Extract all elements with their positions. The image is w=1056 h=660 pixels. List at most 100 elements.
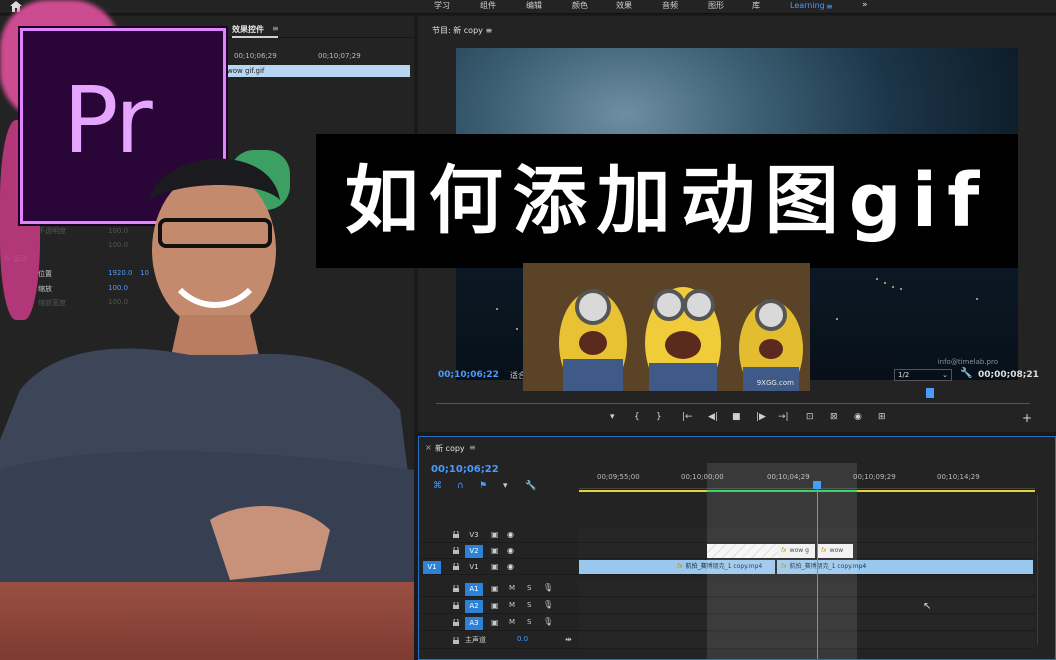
- track-name[interactable]: V3: [465, 529, 483, 542]
- mouse-cursor-icon: ↖: [923, 601, 932, 612]
- add-marker-button[interactable]: ▾: [610, 412, 615, 422]
- fx-icon: fx: [677, 563, 683, 570]
- extract-button[interactable]: ⊠: [830, 412, 838, 422]
- program-duration: 00;00;08;21: [978, 370, 1039, 380]
- eye-icon[interactable]: ◉: [507, 546, 514, 555]
- eye-icon[interactable]: ◉: [507, 530, 514, 539]
- ruler-tick-label: 00;10;14;29: [937, 473, 980, 481]
- microphone-icon[interactable]: 🎙: [543, 600, 553, 609]
- track-name[interactable]: A1: [465, 583, 483, 596]
- timeline-playhead[interactable]: [813, 481, 821, 489]
- track-header: V2 ▣ ◉: [419, 543, 579, 559]
- sync-lock-film-icon[interactable]: ▣: [491, 601, 499, 610]
- track-header: A3 ▣ M S 🎙: [419, 615, 579, 631]
- workspace-tab-color[interactable]: 颜色: [572, 0, 588, 14]
- track-header: A1 ▣ M S 🎙: [419, 581, 579, 597]
- workspace-tab-effects[interactable]: 效果: [616, 0, 632, 14]
- solo-button[interactable]: S: [527, 584, 531, 592]
- sync-lock-film-icon[interactable]: ▣: [491, 546, 499, 555]
- workspace-tab-audio[interactable]: 音频: [662, 0, 678, 14]
- go-to-end-icon[interactable]: ⇹: [565, 635, 572, 644]
- sync-lock-film-icon[interactable]: ▣: [491, 562, 499, 571]
- mark-out-button[interactable]: }: [656, 412, 662, 422]
- close-icon[interactable]: ×: [425, 443, 432, 452]
- lock-icon[interactable]: [453, 602, 459, 609]
- timeline-menu-icon[interactable]: ≡: [469, 443, 476, 452]
- video-watermark: info@timelab.pro: [937, 358, 998, 366]
- track-name[interactable]: A2: [465, 600, 483, 613]
- ec-timecode-end: 00;10;07;29: [318, 52, 361, 60]
- track-name[interactable]: V1: [465, 561, 483, 574]
- sync-lock-film-icon[interactable]: ▣: [491, 530, 499, 539]
- solo-button[interactable]: S: [527, 601, 531, 609]
- timeline-timecode[interactable]: 00;10;06;22: [431, 464, 499, 475]
- microphone-icon[interactable]: 🎙: [543, 617, 553, 626]
- microphone-icon[interactable]: 🎙: [543, 583, 553, 592]
- video-title: 如何添加动图gif: [344, 158, 990, 244]
- comparison-view-button[interactable]: ⊞: [878, 412, 886, 422]
- workspace-tab-editing[interactable]: 编辑: [526, 0, 542, 14]
- lock-icon[interactable]: [453, 619, 459, 626]
- button-editor-add[interactable]: +: [1022, 411, 1032, 425]
- more-workspaces-button[interactable]: »: [862, 0, 868, 10]
- workspace-tab-libraries[interactable]: 库: [752, 0, 760, 14]
- resolution-select[interactable]: 1/2 ⌄: [894, 369, 952, 381]
- gif-watermark: 9XGG.com: [756, 379, 794, 387]
- lock-icon[interactable]: [453, 585, 459, 592]
- source-patch-v1[interactable]: V1: [423, 561, 441, 574]
- go-to-in-button[interactable]: |←: [682, 412, 693, 422]
- timeline-marker-icon[interactable]: ▾: [503, 481, 508, 491]
- tab-effect-controls[interactable]: 效果控件: [232, 24, 264, 35]
- track-header: 主声道 0.0 ⇹: [419, 633, 579, 649]
- stop-button[interactable]: ■: [732, 412, 741, 422]
- lock-icon[interactable]: [453, 563, 459, 570]
- step-back-button[interactable]: ◀|: [708, 412, 718, 422]
- timeline-playhead-line[interactable]: [817, 481, 818, 659]
- program-playhead[interactable]: [926, 388, 934, 398]
- minions-illustration: [523, 263, 810, 391]
- go-to-out-button[interactable]: →|: [778, 412, 789, 422]
- lift-button[interactable]: ⊡: [806, 412, 814, 422]
- program-timecode[interactable]: 00;10;06;22: [438, 370, 499, 380]
- nest-icon[interactable]: ⌘: [433, 481, 442, 491]
- lock-icon[interactable]: [453, 531, 459, 538]
- ruler-tick-label: 00;10;09;29: [853, 473, 896, 481]
- program-scrubber[interactable]: [436, 394, 1030, 404]
- step-forward-button[interactable]: |▶: [756, 412, 766, 422]
- track-name[interactable]: A3: [465, 617, 483, 630]
- wooden-desk: [0, 582, 414, 660]
- program-monitor-title[interactable]: 节目: 新 copy ≡: [432, 25, 492, 36]
- export-frame-button[interactable]: ◉: [854, 412, 862, 422]
- lock-icon[interactable]: [453, 547, 459, 554]
- active-tab-indicator: [232, 36, 278, 38]
- sync-lock-film-icon[interactable]: ▣: [491, 584, 499, 593]
- master-volume-value[interactable]: 0.0: [517, 635, 528, 643]
- sync-lock-film-icon[interactable]: ▣: [491, 618, 499, 627]
- panel-menu-icon[interactable]: ≡: [272, 24, 279, 33]
- workspace-tab-graphics[interactable]: 图形: [708, 0, 724, 14]
- workspace-tab-learn[interactable]: 学习: [434, 0, 450, 14]
- linked-selection-icon[interactable]: ⚑: [479, 481, 487, 491]
- track-name[interactable]: V2: [465, 545, 483, 558]
- timeline-scrollbar[interactable]: [1037, 495, 1045, 645]
- mark-in-button[interactable]: {: [634, 412, 640, 422]
- timeline-sequence-tab[interactable]: 新 copy: [435, 443, 465, 454]
- ec-timecode-start: 00;10;06;29: [234, 52, 277, 60]
- snap-magnet-icon[interactable]: ∩: [457, 481, 464, 491]
- workspace-tab-learning[interactable]: Learning: [790, 0, 825, 14]
- track-header: V1 V1 ▣ ◉: [419, 559, 579, 575]
- ec-clip-bar[interactable]: wow gif.gif: [224, 65, 410, 77]
- settings-wrench-icon[interactable]: 🔧: [960, 368, 972, 379]
- mute-button[interactable]: M: [509, 601, 515, 609]
- workspace-tab-assembly[interactable]: 组件: [480, 0, 496, 14]
- eye-icon[interactable]: ◉: [507, 562, 514, 571]
- timeline-panel: × 新 copy ≡ 00;10;06;22 ⌘ ∩ ⚑ ▾ 🔧 00;09;5…: [418, 436, 1056, 660]
- mute-button[interactable]: M: [509, 584, 515, 592]
- workspace-menu-icon[interactable]: ≡: [826, 2, 833, 11]
- ruler-tick-label: 00;09;55;00: [597, 473, 640, 481]
- solo-button[interactable]: S: [527, 618, 531, 626]
- lock-icon[interactable]: [453, 637, 459, 644]
- timeline-settings-wrench-icon[interactable]: 🔧: [525, 481, 536, 491]
- track-header: V3 ▣ ◉: [419, 527, 579, 543]
- mute-button[interactable]: M: [509, 618, 515, 626]
